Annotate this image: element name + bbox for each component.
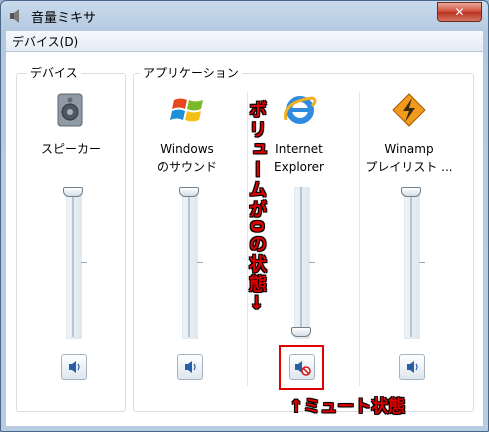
speaker-mute-icon xyxy=(69,361,80,373)
slider-thumb[interactable] xyxy=(401,187,421,197)
slider-tick xyxy=(197,262,203,263)
mixer-client-area: デバイス アプリケーション スピーカー Windows のサウンド Intern… xyxy=(6,52,483,426)
slider-track-line xyxy=(72,187,74,337)
volume-slider-windows-sound[interactable] xyxy=(182,187,198,339)
annotation-volume-zero: ボリュームが0の状態→ xyxy=(246,100,267,312)
slider-thumb[interactable] xyxy=(179,187,199,197)
slider-thumb[interactable] xyxy=(63,187,83,197)
speaker-icon xyxy=(57,93,83,127)
speaker-small-icon xyxy=(10,9,19,23)
applications-group-label: アプリケーション xyxy=(140,64,242,81)
mute-highlight-box xyxy=(279,345,324,390)
slider-tick xyxy=(309,262,315,263)
slider-tick xyxy=(81,262,87,263)
annotation-muted: ↑ミュート状態 xyxy=(289,397,406,417)
window-title: 音量ミキサ xyxy=(31,11,97,26)
menu-bar: デバイス(D) xyxy=(6,31,483,52)
volume-mixer-window: 音量ミキサ ✕ デバイス(D) デバイス アプリケーション スピーカー Wind… xyxy=(0,0,489,432)
speaker-label: スピーカー xyxy=(40,142,101,156)
speaker-mute-icon xyxy=(407,361,418,373)
windows-logo-icon xyxy=(170,98,203,122)
volume-slider-speaker[interactable] xyxy=(66,187,82,339)
volume-slider-ie[interactable] xyxy=(294,187,310,339)
slider-thumb[interactable] xyxy=(291,327,311,337)
slider-track-line xyxy=(410,187,412,337)
internet-explorer-icon xyxy=(284,96,317,124)
mute-button-windows-sound[interactable] xyxy=(177,354,203,380)
mute-button-speaker[interactable] xyxy=(61,354,87,380)
winamp-label: Winamp プレイリスト ... xyxy=(365,142,453,174)
slider-tick xyxy=(419,262,425,263)
devices-group-label: デバイス xyxy=(27,64,81,81)
title-bar[interactable]: 音量ミキサ ✕ xyxy=(1,1,488,31)
column-divider xyxy=(359,92,360,386)
winamp-icon xyxy=(392,93,426,127)
volume-slider-winamp[interactable] xyxy=(404,187,420,339)
close-button[interactable]: ✕ xyxy=(437,2,482,22)
slider-track-line xyxy=(188,187,190,337)
windows-sound-label: Windows のサウンド xyxy=(156,142,217,174)
mute-button-winamp[interactable] xyxy=(399,354,425,380)
slider-track-line xyxy=(300,187,302,337)
menu-item-devices[interactable]: デバイス(D) xyxy=(12,33,78,50)
speaker-mute-icon xyxy=(185,361,196,373)
